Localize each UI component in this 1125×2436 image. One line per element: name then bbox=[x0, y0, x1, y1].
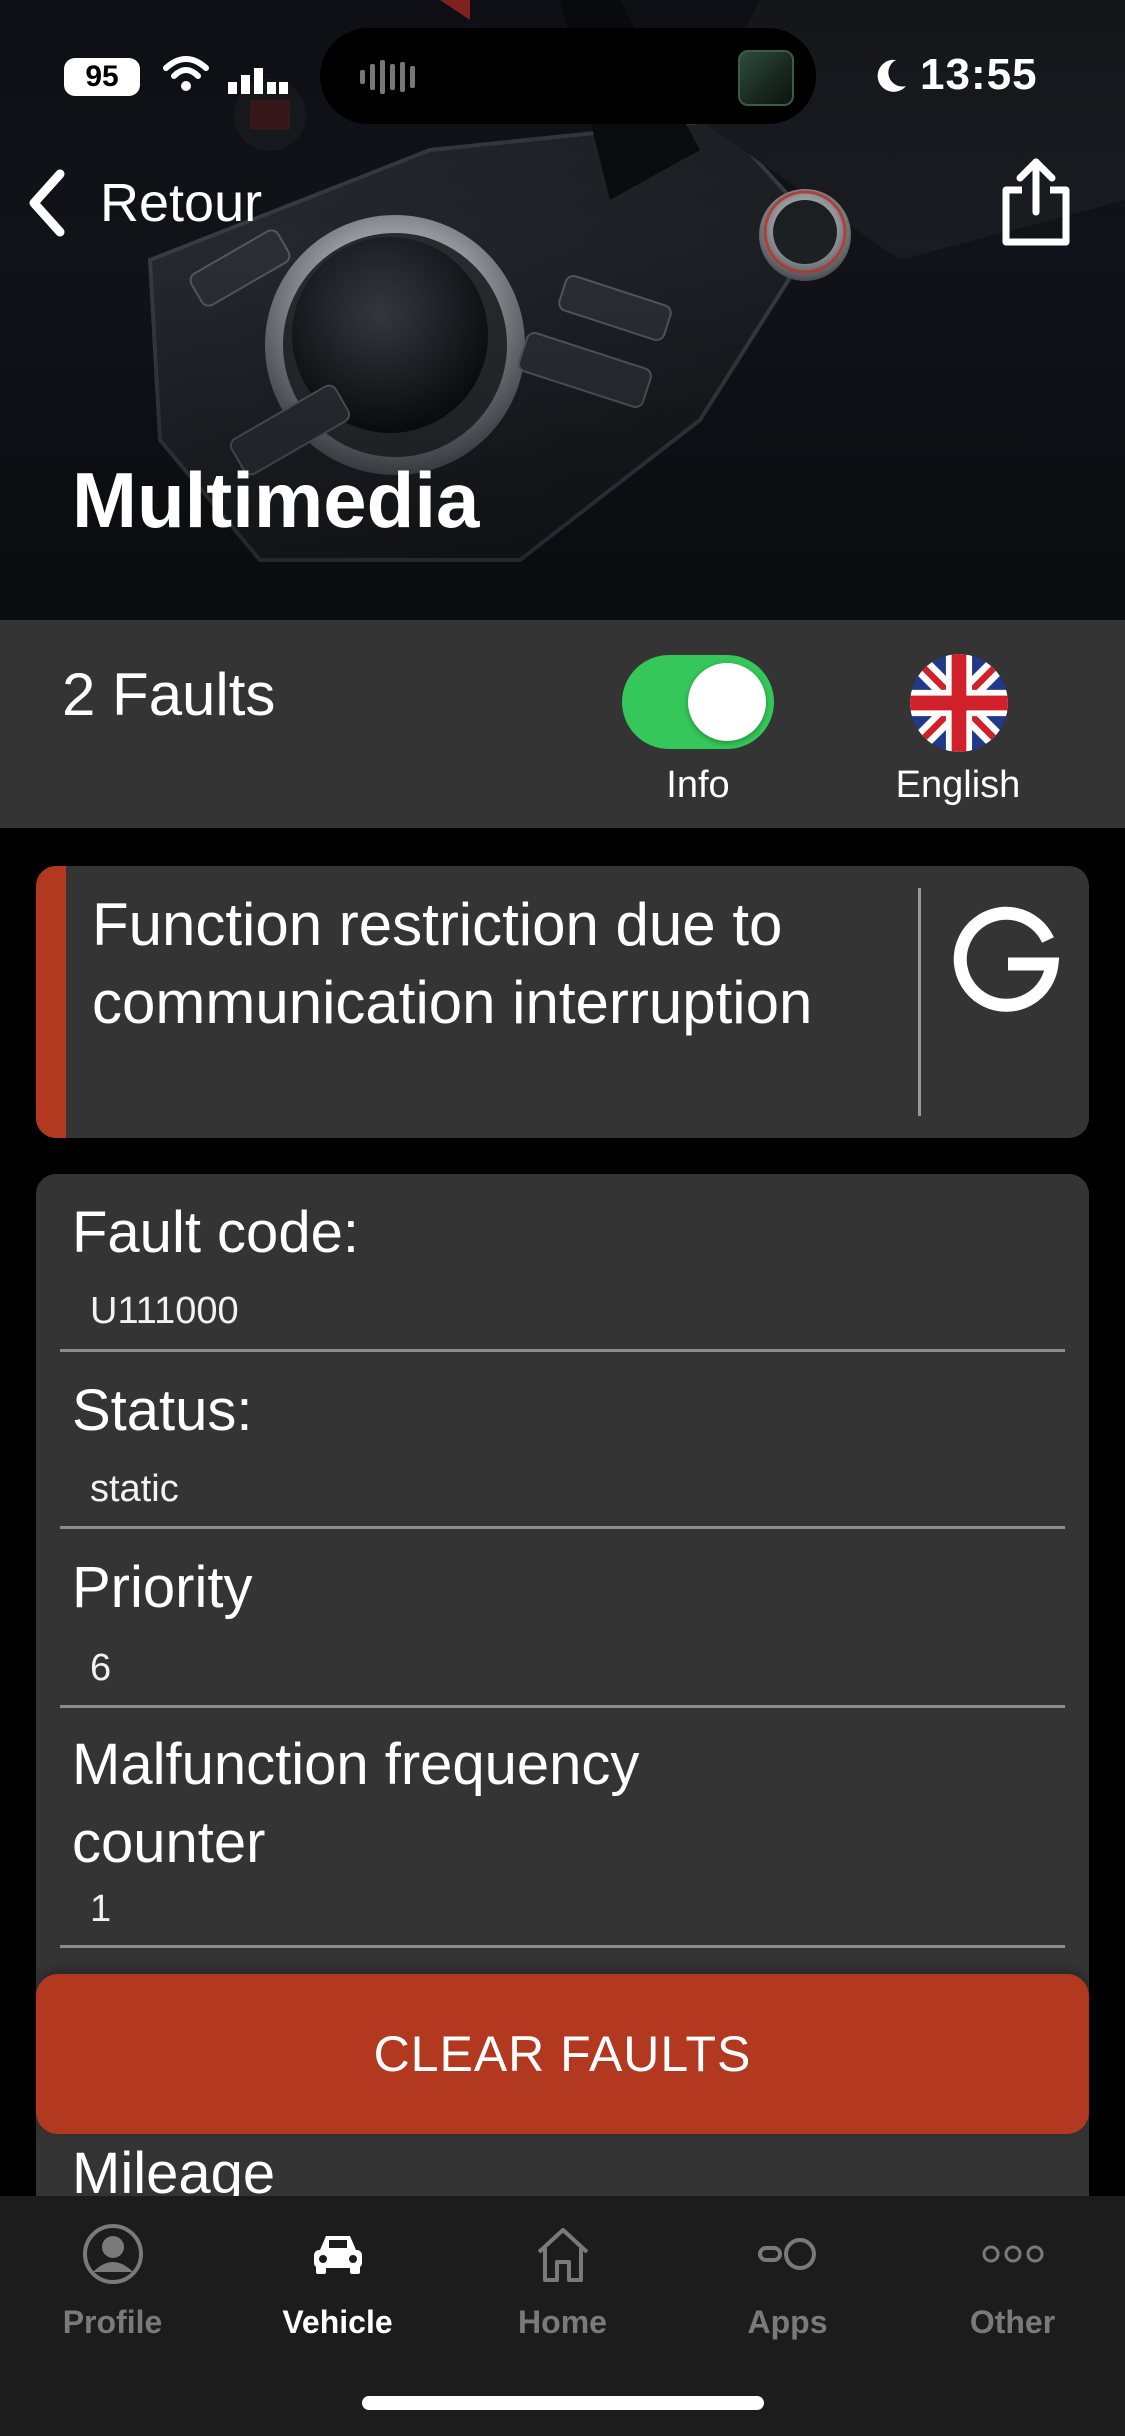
home-icon bbox=[537, 2228, 588, 2282]
tab-vehicle[interactable]: Vehicle bbox=[225, 2222, 450, 2372]
chevron-left-icon bbox=[29, 169, 65, 237]
tab-label: Vehicle bbox=[282, 2304, 393, 2340]
tab-profile[interactable]: Profile bbox=[0, 2222, 225, 2372]
tab-apps[interactable]: Apps bbox=[675, 2222, 900, 2372]
field-value: static bbox=[90, 1468, 179, 1510]
share-icon[interactable] bbox=[996, 156, 1076, 248]
tab-label: Home bbox=[518, 2304, 607, 2340]
status-bar: 95 13:55 bbox=[0, 0, 1125, 150]
google-icon[interactable] bbox=[952, 902, 1062, 1012]
car-icon bbox=[313, 2236, 362, 2274]
audio-wave-icon bbox=[360, 60, 415, 94]
language-label: English bbox=[895, 764, 1021, 806]
tab-label: Apps bbox=[747, 2304, 828, 2340]
field-label: Fault code: bbox=[72, 1200, 359, 1265]
toggle-knob bbox=[688, 663, 766, 741]
now-playing-artwork bbox=[738, 50, 794, 106]
apps-icon bbox=[757, 2238, 816, 2270]
field-fault-code: Fault code: U111000 bbox=[60, 1174, 1065, 1352]
faults-count: 2 Faults bbox=[62, 661, 276, 728]
page-title: Multimedia bbox=[72, 456, 480, 544]
info-toggle-label: Info bbox=[666, 764, 730, 806]
field-label: Status: bbox=[72, 1378, 253, 1443]
tab-home[interactable]: Home bbox=[450, 2222, 675, 2372]
profile-icon bbox=[82, 2224, 143, 2284]
severity-accent bbox=[36, 866, 66, 1138]
clear-faults-button[interactable]: CLEAR FAULTS bbox=[36, 1974, 1089, 2134]
back-label: Retour bbox=[100, 173, 263, 233]
moon-icon bbox=[877, 59, 906, 92]
tab-other[interactable]: Other bbox=[900, 2222, 1125, 2372]
battery-indicator: 95 bbox=[64, 58, 140, 96]
home-indicator[interactable] bbox=[362, 2396, 764, 2410]
field-value: 1 bbox=[90, 1888, 112, 1930]
cellular-icon bbox=[228, 68, 288, 94]
field-status: Status: static bbox=[60, 1352, 1065, 1529]
tab-label: Profile bbox=[62, 2304, 163, 2340]
tab-label: Other bbox=[969, 2304, 1056, 2340]
uk-flag-icon[interactable] bbox=[910, 654, 1008, 752]
dynamic-island bbox=[320, 28, 816, 124]
field-value: U111000 bbox=[90, 1290, 239, 1332]
fault-title-card: Function restriction due to communicatio… bbox=[36, 866, 1089, 1138]
info-toggle[interactable] bbox=[622, 655, 774, 749]
divider bbox=[918, 888, 921, 1116]
field-frequency-counter: Malfunction frequency counter 1 bbox=[60, 1708, 1065, 1948]
wifi-icon bbox=[163, 56, 209, 91]
fault-title: Function restriction due to communicatio… bbox=[92, 891, 813, 1036]
more-icon bbox=[982, 2245, 1043, 2263]
field-label: Malfunction frequency counter bbox=[72, 1732, 640, 1875]
field-value: 6 bbox=[90, 1647, 112, 1689]
field-priority: Priority 6 bbox=[60, 1529, 1065, 1708]
field-label: Priority bbox=[72, 1555, 253, 1620]
back-button[interactable]: Retour bbox=[26, 166, 262, 240]
status-time: 13:55 bbox=[920, 50, 1038, 99]
